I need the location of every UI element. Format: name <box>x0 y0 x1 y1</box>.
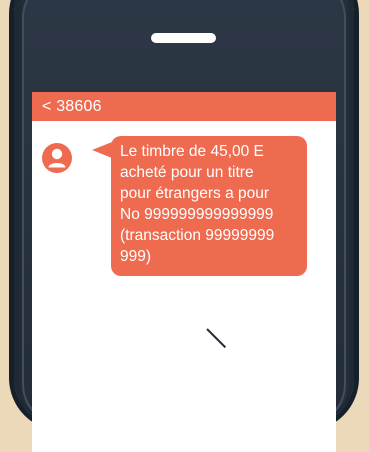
message-line: (transaction 99999999 <box>120 227 275 244</box>
user-avatar-icon <box>42 143 72 173</box>
message-line: acheté pour un titre <box>120 164 254 181</box>
message-line: pour étrangers a pour <box>120 185 270 202</box>
message-bubble-tail <box>92 142 112 158</box>
message-line: No 999999999999999 <box>120 206 274 223</box>
phone-screen: < 38606 Le timbre de 45,00 E acheté pour… <box>32 92 336 452</box>
user-silhouette-icon <box>48 148 66 168</box>
message-text: Le timbre de 45,00 E acheté pour un titr… <box>120 141 306 267</box>
speaker-grille <box>151 33 216 43</box>
hand-stroke <box>206 328 227 349</box>
message-line: 999) <box>120 248 152 265</box>
conversation-header: < 38606 <box>32 92 336 121</box>
message-line: Le timbre de 45,00 E <box>120 143 264 160</box>
message-bubble: Le timbre de 45,00 E acheté pour un titr… <box>111 136 307 276</box>
back-button[interactable]: < 38606 <box>42 97 102 117</box>
phone-frame: < 38606 Le timbre de 45,00 E acheté pour… <box>14 0 354 452</box>
